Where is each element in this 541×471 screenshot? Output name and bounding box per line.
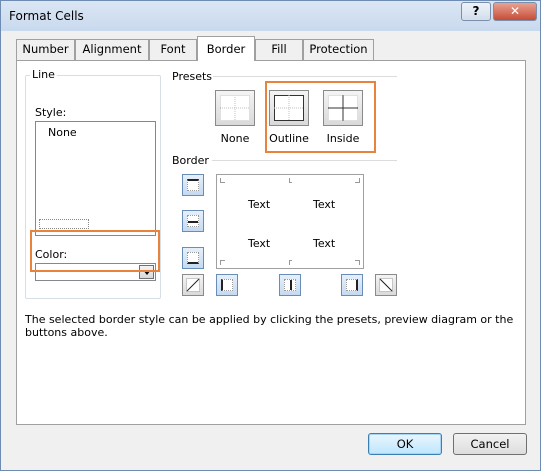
style-option-dotted[interactable]	[39, 219, 89, 229]
top-border-button[interactable]	[182, 174, 204, 196]
top-border-icon	[187, 179, 199, 191]
preset-none-label: None	[220, 132, 250, 145]
format-cells-dialog: Format Cells ? ✕ Number Alignment Font B…	[0, 0, 541, 471]
diagonal-up-border-icon	[186, 278, 200, 292]
border-tab-panel: Line Style: None Color: Presets None Out…	[16, 60, 526, 425]
tab-fill[interactable]: Fill	[255, 39, 303, 60]
preview-corner-mark	[355, 178, 360, 183]
preview-corner-mark	[220, 260, 225, 265]
window-title: Format Cells	[9, 9, 84, 23]
tab-border[interactable]: Border	[197, 36, 255, 61]
preview-corner-mark	[220, 178, 225, 183]
tab-number[interactable]: Number	[16, 39, 75, 60]
inside-vertical-border-icon	[284, 279, 296, 291]
title-bar: Format Cells ? ✕	[1, 1, 540, 31]
inside-horizontal-border-button[interactable]	[182, 210, 204, 232]
close-button[interactable]: ✕	[493, 2, 537, 21]
style-option-none[interactable]: None	[48, 126, 77, 139]
preview-text: Text	[313, 237, 336, 250]
preview-text: Text	[248, 198, 271, 211]
preview-corner-mark	[289, 260, 292, 265]
preset-none-glyph	[220, 95, 250, 121]
tab-font[interactable]: Font	[149, 39, 197, 60]
preview-corner-mark	[289, 178, 292, 183]
presets-label: Presets	[172, 70, 213, 83]
line-group-label: Line	[30, 68, 57, 81]
tab-alignment[interactable]: Alignment	[75, 39, 149, 60]
right-border-button[interactable]	[341, 274, 363, 296]
presets-divider	[213, 76, 397, 77]
right-border-icon	[346, 279, 358, 291]
preset-none-icon	[220, 95, 250, 121]
preview-corner-mark	[355, 260, 360, 265]
ok-button[interactable]: OK	[368, 433, 442, 455]
border-divider	[212, 160, 397, 161]
line-style-list[interactable]: None	[35, 121, 156, 236]
help-text: The selected border style can be applied…	[25, 313, 514, 339]
color-highlight-box	[30, 230, 160, 272]
diagonal-up-border-button[interactable]	[182, 274, 204, 296]
left-border-button[interactable]	[216, 274, 238, 296]
left-border-icon	[221, 279, 233, 291]
bottom-border-icon	[187, 252, 199, 264]
help-button[interactable]: ?	[461, 2, 491, 21]
bottom-border-button[interactable]	[182, 247, 204, 269]
style-label: Style:	[35, 106, 67, 119]
preview-text: Text	[313, 198, 336, 211]
preset-none-button[interactable]	[215, 90, 255, 126]
preview-text: Text	[248, 237, 271, 250]
diagonal-down-border-icon	[379, 278, 393, 292]
tab-protection[interactable]: Protection	[303, 39, 374, 60]
border-preview[interactable]: Text Text Text Text	[216, 174, 364, 269]
diagonal-down-border-button[interactable]	[375, 274, 397, 296]
cancel-button[interactable]: Cancel	[453, 433, 527, 455]
inside-horizontal-border-icon	[187, 215, 199, 227]
border-section-label: Border	[172, 154, 209, 167]
presets-highlight-box	[265, 81, 376, 153]
inside-vertical-border-button[interactable]	[279, 274, 301, 296]
